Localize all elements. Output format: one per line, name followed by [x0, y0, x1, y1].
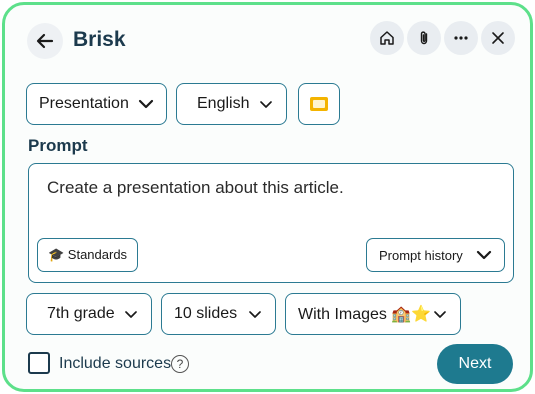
images-value: With Images 🏫⭐ — [298, 306, 432, 323]
home-icon — [380, 31, 394, 45]
brisk-panel: Brisk Presentation English Prompt Create… — [2, 2, 533, 392]
more-options-button[interactable] — [444, 21, 478, 55]
slide-count-select[interactable]: 10 slides — [161, 293, 276, 335]
grade-value: 7th grade — [47, 305, 115, 322]
chevron-down-icon — [125, 311, 137, 318]
paperclip-icon — [420, 31, 428, 45]
images-select[interactable]: With Images 🏫⭐ — [285, 293, 461, 335]
chevron-down-icon — [249, 311, 261, 318]
language-select[interactable]: English — [176, 83, 287, 125]
close-icon — [492, 32, 504, 44]
output-type-select[interactable]: Presentation — [26, 83, 167, 125]
prompt-text: Create a presentation about this article… — [47, 178, 344, 197]
prompt-history-button[interactable]: Prompt history — [366, 238, 505, 272]
help-icon[interactable]: ? — [171, 355, 189, 373]
more-horizontal-icon — [454, 36, 468, 40]
close-button[interactable] — [481, 21, 515, 55]
prompt-history-label: Prompt history — [379, 247, 463, 263]
standards-label: 🎓 Standards — [48, 247, 128, 262]
slide-count-value: 10 slides — [174, 305, 238, 322]
back-button[interactable] — [27, 23, 63, 59]
prompt-label: Prompt — [28, 136, 88, 155]
include-sources-label: Include sources — [59, 355, 172, 372]
arrow-left-icon — [36, 33, 54, 49]
google-slides-button[interactable] — [298, 83, 340, 125]
grade-select[interactable]: 7th grade — [26, 293, 152, 335]
chevron-down-icon — [260, 101, 272, 108]
attach-button[interactable] — [407, 21, 441, 55]
app-title: Brisk — [73, 28, 126, 51]
google-slides-icon — [310, 97, 328, 111]
next-button[interactable]: Next — [437, 344, 513, 384]
home-button[interactable] — [370, 21, 404, 55]
prompt-textarea[interactable]: Create a presentation about this article… — [28, 163, 514, 283]
chevron-down-icon — [138, 99, 154, 109]
include-sources-checkbox[interactable] — [28, 352, 50, 374]
output-type-value: Presentation — [39, 95, 129, 112]
chevron-down-icon — [476, 250, 492, 260]
language-value: English — [197, 95, 250, 112]
chevron-down-icon — [434, 311, 446, 318]
standards-button[interactable]: 🎓 Standards — [37, 238, 139, 272]
